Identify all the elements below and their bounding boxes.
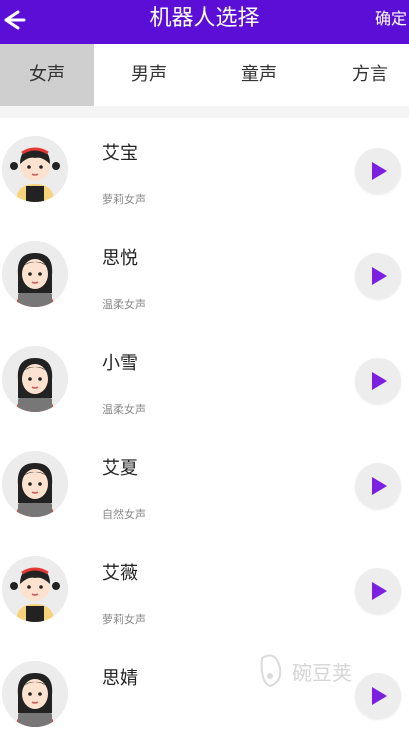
- play-button[interactable]: [355, 148, 401, 194]
- tab-child[interactable]: 童声: [212, 44, 306, 106]
- voice-row[interactable]: 小雪 温柔女声: [0, 328, 409, 433]
- voice-description: 自然女声: [102, 508, 146, 521]
- tab-male[interactable]: 男声: [102, 44, 196, 106]
- girl-headset-avatar: [2, 451, 68, 517]
- voice-category-tabs: 女声 男声 童声 方言: [0, 44, 409, 106]
- play-icon: [372, 372, 387, 390]
- girl-pigtails-avatar: [2, 556, 68, 622]
- top-bar: 机器人选择 确定: [0, 0, 409, 44]
- voice-name: 思婧: [102, 668, 138, 689]
- voice-row[interactable]: 艾夏 自然女声: [0, 433, 409, 538]
- play-button[interactable]: [355, 253, 401, 299]
- watermark-text: 碗豆荚: [292, 661, 352, 685]
- play-button[interactable]: [355, 568, 401, 614]
- play-button[interactable]: [355, 358, 401, 404]
- tab-dialect[interactable]: 方言: [323, 44, 409, 106]
- tabs-divider: [0, 106, 409, 118]
- voice-row[interactable]: 思悦 温柔女声: [0, 223, 409, 328]
- play-icon: [372, 267, 387, 285]
- play-icon: [372, 477, 387, 495]
- girl-headset-avatar: [2, 346, 68, 412]
- voice-row[interactable]: 艾薇 萝莉女声: [0, 538, 409, 643]
- voice-row[interactable]: 艾宝 萝莉女声: [0, 118, 409, 223]
- voice-name: 艾宝: [102, 143, 138, 164]
- voice-name: 艾夏: [102, 458, 138, 479]
- voice-name: 小雪: [102, 353, 138, 374]
- girl-headset-avatar: [2, 661, 68, 727]
- page-title: 机器人选择: [149, 6, 260, 31]
- watermark-logo: 碗豆荚: [256, 648, 376, 694]
- girl-pigtails-avatar: [2, 136, 68, 202]
- voice-name: 思悦: [102, 248, 138, 269]
- voice-name: 艾薇: [102, 563, 138, 584]
- girl-headset-avatar: [2, 241, 68, 307]
- play-icon: [372, 582, 387, 600]
- play-icon: [372, 162, 387, 180]
- play-button[interactable]: [355, 463, 401, 509]
- voice-description: 萝莉女声: [102, 193, 146, 206]
- tab-female[interactable]: 女声: [0, 44, 94, 106]
- voice-description: 温柔女声: [102, 403, 146, 416]
- voice-description: 萝莉女声: [102, 613, 146, 626]
- confirm-button[interactable]: 确定: [375, 0, 407, 40]
- voice-description: 温柔女声: [102, 298, 146, 311]
